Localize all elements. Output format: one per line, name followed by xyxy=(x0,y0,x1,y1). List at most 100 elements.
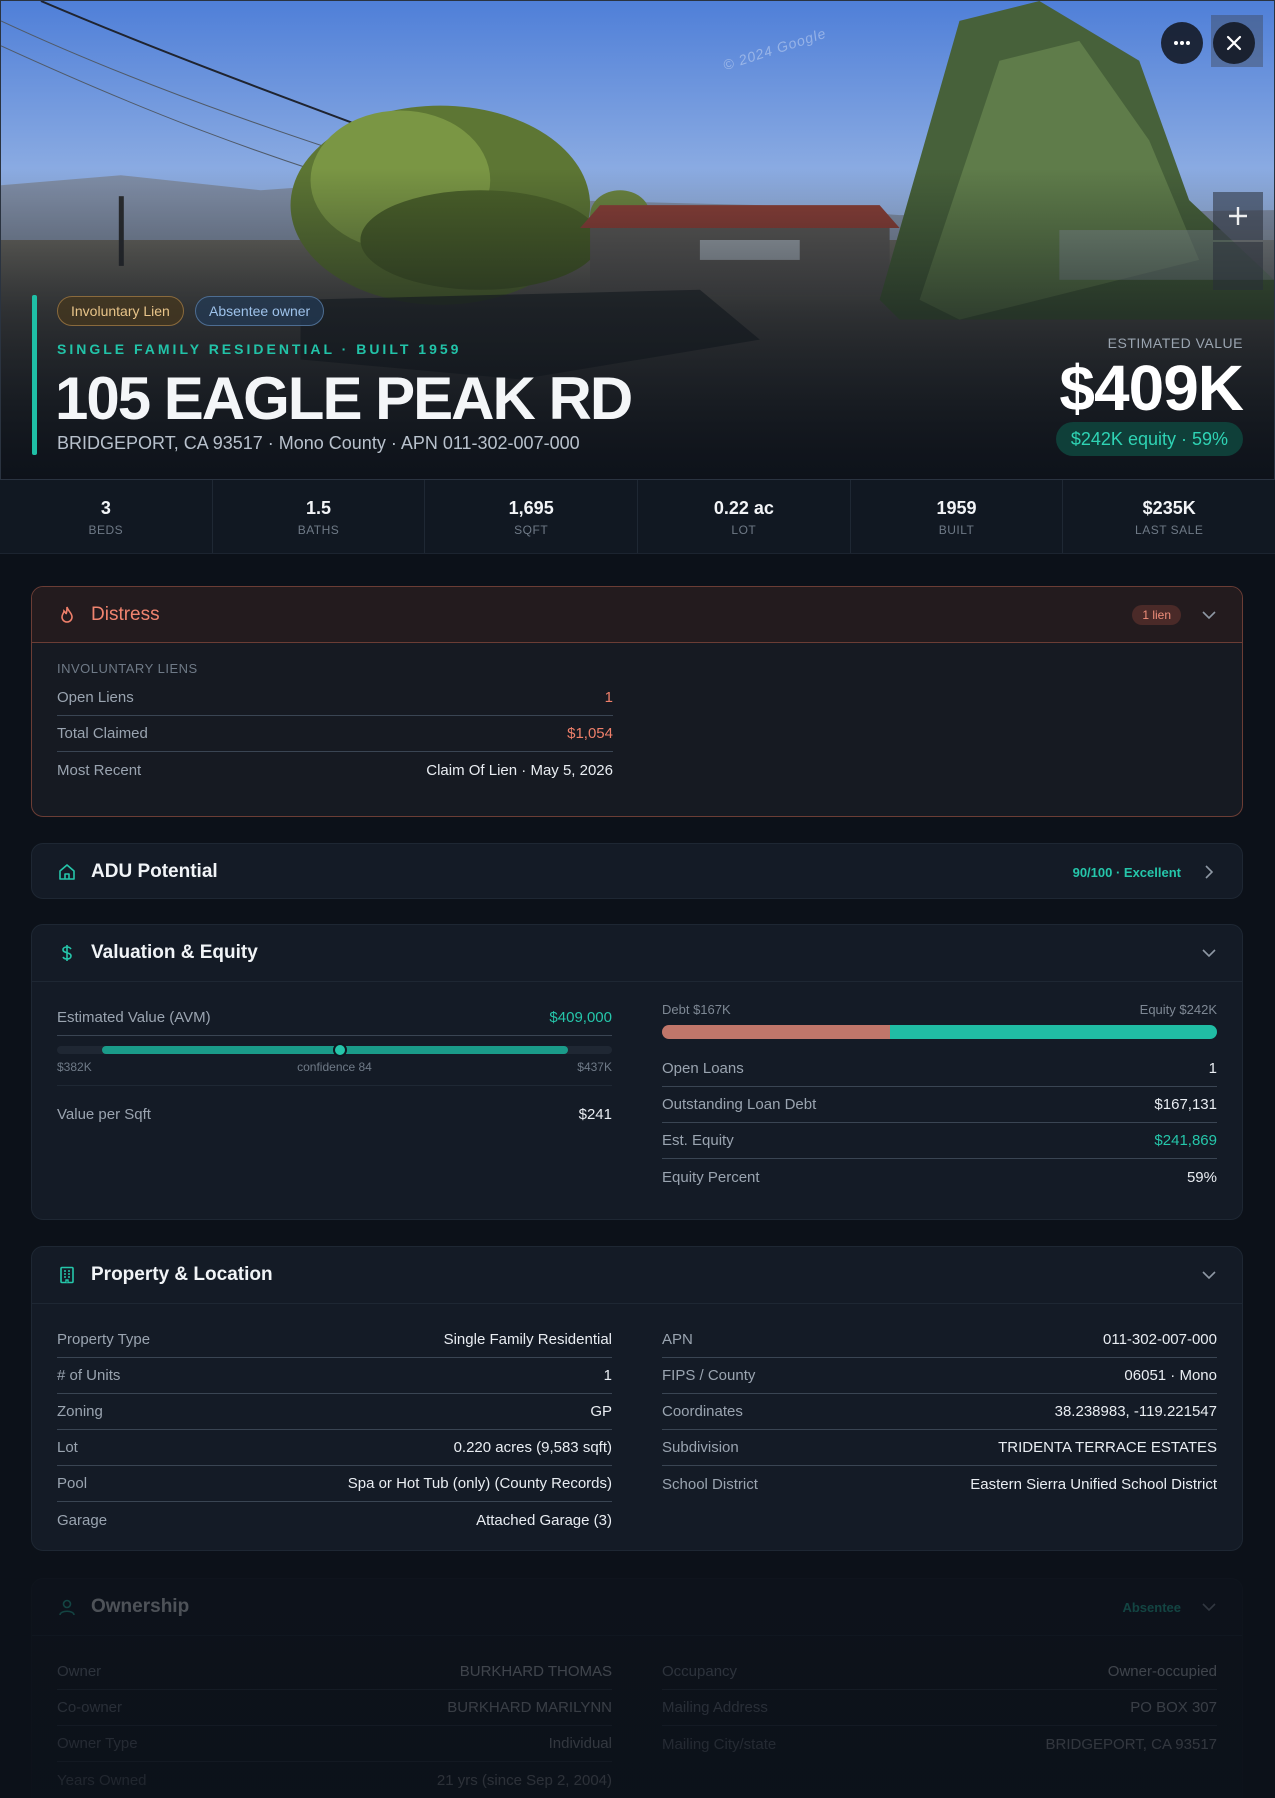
row-value: $241 xyxy=(578,1105,612,1123)
units-row: # of Units 1 xyxy=(57,1358,612,1394)
row-label: Total Claimed xyxy=(57,725,148,742)
adu-potential-card[interactable]: ADU Potential 90/100 · Excellent xyxy=(31,843,1243,899)
debt-equity-column: Debt $167K Equity $242K Open Loans 1 Outs… xyxy=(662,1000,1217,1195)
stat-label: SQFT xyxy=(514,523,549,537)
row-label: Est. Equity xyxy=(662,1132,734,1149)
valuation-card-body: Estimated Value (AVM) $409,000 $382K conf… xyxy=(32,981,1242,1213)
row-value: 011-302-007-000 xyxy=(1103,1331,1217,1348)
estimated-value: $409K xyxy=(1059,352,1244,424)
debt-segment xyxy=(662,1025,890,1039)
avm-high: $437K xyxy=(577,1060,612,1074)
row-label: Estimated Value (AVM) xyxy=(57,1009,211,1026)
more-options-button[interactable] xyxy=(1161,22,1203,64)
stat-label: BUILT xyxy=(938,523,975,537)
stat-value: 1,695 xyxy=(508,498,554,518)
stat-built: 1959 BUILT xyxy=(851,480,1064,553)
distress-card-header[interactable]: Distress 1 lien xyxy=(32,587,1242,643)
stat-value: 1959 xyxy=(936,498,977,518)
row-value: Individual xyxy=(548,1735,612,1752)
equity-pill: $242K equity · 59% xyxy=(1055,422,1243,456)
row-label: Coordinates xyxy=(662,1403,743,1420)
row-value: BRIDGEPORT, CA 93517 xyxy=(1045,1735,1217,1753)
school-district-row: School District Eastern Sierra Unified Sc… xyxy=(662,1466,1217,1502)
row-label: Most Recent xyxy=(57,761,142,779)
avm-low: $382K xyxy=(57,1060,92,1074)
chevron-down-icon[interactable] xyxy=(1201,1602,1217,1612)
loan-debt-row: Outstanding Loan Debt $167,131 xyxy=(662,1087,1217,1123)
stat-value: 1.5 xyxy=(305,498,332,518)
property-location-line: BRIDGEPORT, CA 93517 · Mono County · APN… xyxy=(57,433,580,453)
open-loans-row: Open Loans 1 xyxy=(662,1051,1217,1087)
row-value: GP xyxy=(590,1403,612,1420)
row-value: Claim Of Lien · May 5, 2026 xyxy=(426,761,613,779)
owner-row: Owner BURKHARD THOMAS xyxy=(57,1654,612,1690)
stat-last-sale: $235K LAST SALE xyxy=(1063,480,1275,553)
row-label: Years Owned xyxy=(57,1771,147,1789)
debt-equity-bar xyxy=(662,1025,1217,1039)
distress-row-most-recent: Most Recent Claim Of Lien · May 5, 2026 xyxy=(57,752,613,788)
chevron-down-icon[interactable] xyxy=(1201,1270,1217,1280)
est-equity-row: Est. Equity $241,869 xyxy=(662,1123,1217,1159)
row-value: $1,054 xyxy=(567,725,613,742)
row-label: Co-owner xyxy=(57,1699,123,1716)
chevron-down-icon[interactable] xyxy=(1201,948,1217,958)
chevron-right-icon[interactable] xyxy=(1201,865,1217,879)
row-value: Owner-occupied xyxy=(1107,1663,1217,1680)
valuation-title: Valuation & Equity xyxy=(91,942,258,963)
row-value: 0.220 acres (9,583 sqft) xyxy=(453,1439,612,1456)
badge-absentee-owner: Absentee owner xyxy=(195,296,325,326)
row-value: PO BOX 307 xyxy=(1130,1699,1217,1716)
property-card-header[interactable]: Property & Location xyxy=(32,1247,1242,1303)
debt-equity-labels: Debt $167K Equity $242K xyxy=(662,1002,1217,1017)
ownership-card: Ownership Absentee Owner BURKHARD THOMAS … xyxy=(31,1578,1243,1798)
chevron-down-icon[interactable] xyxy=(1201,610,1217,620)
ownership-card-header[interactable]: Ownership Absentee xyxy=(32,1579,1242,1635)
avm-column: Estimated Value (AVM) $409,000 $382K conf… xyxy=(57,1000,612,1195)
row-label: Value per Sqft xyxy=(57,1105,151,1123)
row-value: TRIDENTA TERRACE ESTATES xyxy=(998,1439,1217,1456)
row-value: 06051 · Mono xyxy=(1124,1367,1217,1384)
property-type-row: Property Type Single Family Residential xyxy=(57,1322,612,1358)
zoom-out-button[interactable] xyxy=(1213,242,1263,290)
row-label: Open Loans xyxy=(662,1060,744,1077)
divider xyxy=(57,1074,612,1086)
stat-sqft: 1,695 SQFT xyxy=(425,480,639,553)
row-label: Pool xyxy=(57,1475,88,1492)
row-value: BURKHARD MARILYNN xyxy=(447,1699,612,1716)
row-label: Owner Type xyxy=(57,1735,138,1752)
row-label: Owner xyxy=(57,1663,102,1680)
adu-card-header[interactable]: ADU Potential 90/100 · Excellent xyxy=(32,844,1242,898)
occupancy-row: Occupancy Owner-occupied xyxy=(662,1654,1217,1690)
lot-row: Lot 0.220 acres (9,583 sqft) xyxy=(57,1430,612,1466)
property-right-column: APN 011-302-007-000 FIPS / County 06051 · … xyxy=(662,1322,1217,1538)
property-stats-bar: 3 BEDS 1.5 BATHS 1,695 SQFT 0.22 ac LOT 1959… xyxy=(0,480,1275,554)
hero-accent-bar xyxy=(32,295,37,455)
row-label: FIPS / County xyxy=(662,1367,756,1384)
row-label: Equity Percent xyxy=(662,1168,760,1186)
plus-icon xyxy=(1229,207,1247,225)
valuation-card-header[interactable]: Valuation & Equity xyxy=(32,925,1242,981)
involuntary-liens-heading: INVOLUNTARY LIENS xyxy=(57,661,198,676)
zoom-in-button[interactable] xyxy=(1213,192,1263,240)
coordinates-row: Coordinates 38.238983, -119.221547 xyxy=(662,1394,1217,1430)
property-location-card: Property & Location Property Type Single … xyxy=(31,1246,1243,1551)
row-value: Eastern Sierra Unified School District xyxy=(970,1475,1217,1493)
row-value: BURKHARD THOMAS xyxy=(459,1663,612,1680)
garage-row: Garage Attached Garage (3) xyxy=(57,1502,612,1538)
row-value: 1 xyxy=(604,689,613,706)
stat-value: 3 xyxy=(100,498,111,518)
badge-involuntary-lien: Involuntary Lien xyxy=(57,296,184,326)
row-label: Outstanding Loan Debt xyxy=(662,1096,817,1113)
row-label: Lot xyxy=(57,1439,78,1456)
distress-card-body: INVOLUNTARY LIENS Open Liens 1 Total Clai… xyxy=(32,643,1242,806)
distress-row-total-claimed: Total Claimed $1,054 xyxy=(57,716,613,752)
subdivision-row: Subdivision TRIDENTA TERRACE ESTATES xyxy=(662,1430,1217,1466)
stat-label: BATHS xyxy=(297,523,340,537)
close-button[interactable] xyxy=(1213,22,1255,64)
property-address: 105 EAGLE PEAK RD xyxy=(55,365,633,432)
adu-score: 90/100 · Excellent xyxy=(1072,864,1181,880)
stat-beds: 3 BEDS xyxy=(0,480,213,553)
value-per-sqft-row: Value per Sqft $241 xyxy=(57,1086,612,1142)
more-horizontal-icon xyxy=(1174,41,1190,45)
row-label: School District xyxy=(662,1475,758,1493)
